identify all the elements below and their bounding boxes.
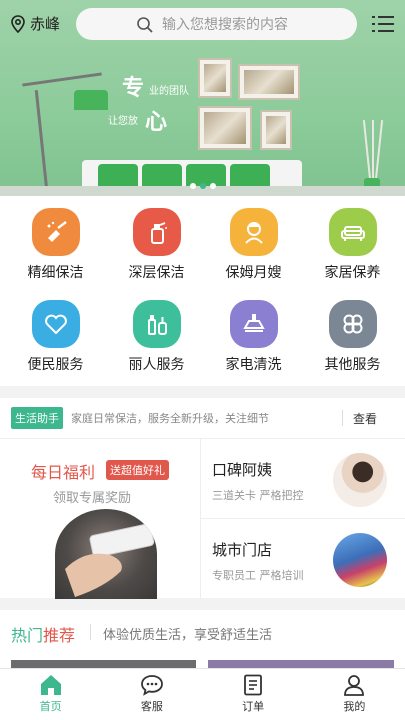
promo-right-column: 口碑阿姨 三道关卡 严格把控 城市门店 专职员工 严格培训	[201, 439, 405, 599]
promo-section: 每日福利 送超值好礼 领取专属奖励 口碑阿姨 三道关卡 严格把控 城市门店 专职…	[0, 438, 405, 599]
service-label: 深层保洁	[128, 265, 185, 281]
divider	[90, 624, 91, 640]
carousel-dot[interactable]	[190, 183, 196, 189]
tab-label: 客服	[140, 700, 163, 713]
nanny-avatar	[333, 453, 387, 507]
nanny-icon	[229, 208, 278, 256]
recommend-card-image[interactable]	[208, 660, 394, 668]
carousel-dot-active[interactable]	[200, 183, 206, 189]
hot-title-part: 热门	[11, 626, 44, 645]
divider	[342, 410, 343, 426]
lamp-pole-decoration	[34, 90, 49, 190]
location-selector[interactable]: 赤峰	[10, 13, 60, 34]
carousel-dot[interactable]	[210, 183, 216, 189]
hot-recommend-subtitle: 体验优质生活，享受舒适生活	[103, 628, 273, 643]
search-icon	[137, 17, 153, 33]
search-placeholder: 输入您想搜索的内容	[162, 17, 288, 33]
order-icon	[244, 674, 263, 696]
menu-icon[interactable]	[372, 15, 394, 33]
plant-decoration	[362, 120, 372, 180]
promo-card-title: 城市门店	[212, 541, 273, 559]
service-label: 丽人服务	[128, 357, 185, 373]
service-label: 保姆月嫂	[225, 265, 282, 281]
carousel-indicator	[190, 183, 216, 189]
range-hood-icon	[229, 300, 278, 348]
spray-bottle-icon	[132, 208, 181, 256]
banner-slogan-small: 业的团队	[149, 86, 189, 97]
tab-orders[interactable]: 订单	[203, 669, 304, 720]
service-item-fine-cleaning[interactable]: 精细保洁	[5, 196, 106, 286]
location-pin-icon	[11, 14, 25, 33]
promo-card-nanny[interactable]: 口碑阿姨 三道关卡 严格把控	[201, 439, 405, 519]
plant-decoration	[372, 120, 374, 180]
banner-slogan-small: 让您放	[108, 116, 138, 127]
hot-recommend-title: 热门推荐	[11, 622, 75, 646]
service-label: 家居保养	[324, 265, 381, 281]
service-label: 精细保洁	[27, 265, 84, 281]
top-bar: 赤峰 输入您想搜索的内容	[0, 0, 405, 46]
daily-benefit-title: 每日福利	[31, 463, 96, 482]
banner-slogan-big: 心	[145, 110, 168, 135]
tab-label: 我的	[343, 700, 366, 713]
heart-icon	[31, 300, 80, 348]
banner-carousel[interactable]: 专 业的团队 让您放 心 赤峰 输入您想搜索的内容	[0, 0, 405, 196]
service-label: 家电清洗	[225, 357, 282, 373]
phone-hand-image	[55, 509, 157, 599]
service-label: 便民服务	[27, 357, 84, 373]
tab-home[interactable]: 首页	[0, 669, 101, 720]
home-icon	[40, 675, 61, 695]
service-item-nanny[interactable]: 保姆月嫂	[203, 196, 304, 286]
life-helper-tag: 生活助手	[11, 407, 63, 429]
location-city: 赤峰	[30, 15, 61, 33]
service-item-deep-cleaning[interactable]: 深层保洁	[106, 196, 207, 286]
lamp-shade-decoration	[74, 90, 108, 110]
promo-card-title: 口碑阿姨	[212, 461, 273, 479]
service-item-home-care[interactable]: 家居保养	[302, 196, 403, 286]
search-input[interactable]: 输入您想搜索的内容	[76, 8, 357, 40]
life-helper-bar[interactable]: 生活助手 家庭日常保洁，服务全新升级，关注细节 查看	[0, 398, 405, 438]
gift-badge: 送超值好礼	[106, 460, 169, 480]
tab-label: 订单	[242, 700, 265, 713]
plant-decoration	[374, 120, 384, 180]
sofa-icon	[328, 208, 377, 256]
service-grid: 精细保洁 深层保洁 保姆月嫂 家居保养 便民服务 丽人服务 家电清洗 其他服务	[0, 196, 405, 386]
lamp-decoration	[22, 72, 102, 87]
tab-customer-service[interactable]: 客服	[101, 669, 202, 720]
user-icon	[344, 675, 365, 696]
banner-slogan-big: 专	[122, 76, 145, 101]
picture-frame	[198, 58, 232, 98]
view-more-link[interactable]: 查看	[353, 410, 377, 427]
bottom-tab-bar: 首页 客服 订单 我的	[0, 668, 405, 720]
recommend-card-image[interactable]	[11, 660, 196, 668]
promo-card-subtitle: 专职员工 严格培训	[212, 569, 304, 582]
store-image	[333, 533, 387, 587]
broom-icon	[31, 208, 80, 256]
daily-benefit-subtitle: 领取专属奖励	[53, 491, 132, 506]
hot-title-part: 推荐	[43, 626, 76, 645]
daily-benefit-card[interactable]: 每日福利 送超值好礼 领取专属奖励	[0, 439, 201, 599]
cosmetics-icon	[132, 300, 181, 348]
hot-recommend-section: 热门推荐 体验优质生活，享受舒适生活	[0, 610, 405, 668]
promo-card-store[interactable]: 城市门店 专职员工 严格培训	[201, 519, 405, 599]
chat-icon	[140, 675, 163, 696]
service-item-convenience[interactable]: 便民服务	[5, 288, 106, 378]
service-item-appliance-cleaning[interactable]: 家电清洗	[203, 288, 304, 378]
clover-icon	[328, 300, 377, 348]
picture-frame	[260, 110, 292, 150]
promo-card-subtitle: 三道关卡 严格把控	[212, 489, 304, 502]
tab-profile[interactable]: 我的	[304, 669, 405, 720]
service-label: 其他服务	[324, 357, 381, 373]
picture-frame	[198, 106, 252, 150]
life-helper-text: 家庭日常保洁，服务全新升级，关注细节	[71, 412, 269, 425]
service-item-other[interactable]: 其他服务	[302, 288, 403, 378]
service-item-beauty[interactable]: 丽人服务	[106, 288, 207, 378]
tab-label: 首页	[39, 700, 62, 713]
picture-frame	[238, 64, 300, 100]
